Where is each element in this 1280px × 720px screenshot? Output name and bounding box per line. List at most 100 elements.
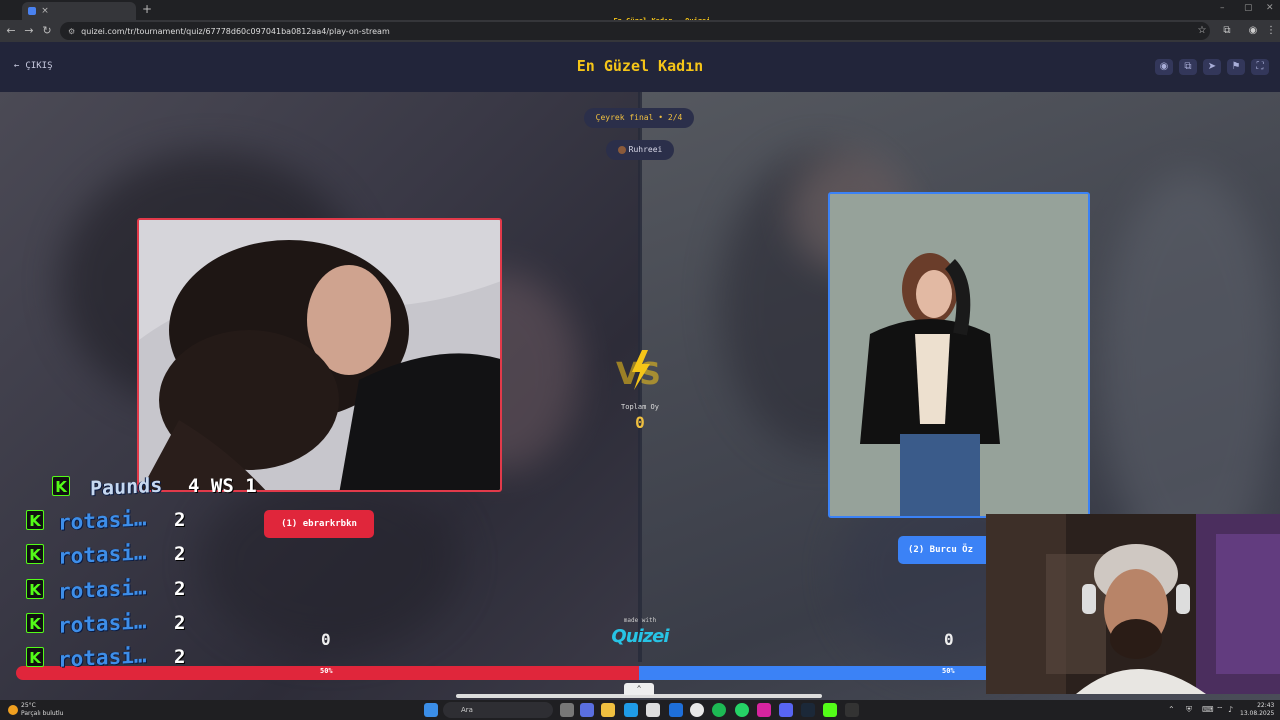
left-score: 0 — [321, 630, 331, 649]
clock-time: 22:43 — [1257, 702, 1275, 709]
webcam-feed-illustration — [986, 514, 1280, 694]
leaderboard-row: K rotasi… 2 — [26, 609, 186, 638]
steam-icon[interactable] — [801, 703, 815, 717]
weather-desc: Parçalı bulutlu — [21, 710, 64, 717]
taskbar-search[interactable]: Ara — [443, 702, 553, 718]
address-bar[interactable]: ⚙ quizei.com/tr/tournament/quiz/67778d60… — [60, 22, 1210, 40]
menu-icon[interactable]: ⋮ — [1264, 24, 1278, 38]
new-tab-button[interactable]: + — [140, 2, 154, 18]
quiz-title: En Güzel Kadın — [576, 57, 704, 75]
search-placeholder: Ara — [461, 706, 473, 714]
shield-icon[interactable]: ⛨ — [1186, 705, 1192, 715]
right-photo-illustration — [830, 194, 1088, 516]
right-percent: 50% — [942, 667, 955, 675]
site-info-icon[interactable]: ⚙ — [68, 27, 75, 36]
kick-app-icon[interactable] — [823, 703, 837, 717]
spotify-icon[interactable] — [712, 703, 726, 717]
edge-icon[interactable] — [624, 703, 638, 717]
leaderboard-name: rotasi… — [58, 540, 147, 569]
author-avatar-icon — [617, 145, 626, 154]
leaderboard-name: rotasi… — [58, 643, 147, 672]
close-window-button[interactable]: ✕ — [1266, 3, 1274, 13]
leaderboard-name: rotasi… — [58, 575, 147, 604]
favicon-icon — [28, 7, 36, 15]
kick-icon: K — [26, 544, 44, 564]
maximize-button[interactable]: ▢ — [1244, 3, 1253, 13]
store-icon[interactable] — [646, 703, 660, 717]
author-badge: Ruhreei — [606, 140, 674, 160]
minimize-button[interactable]: – — [1220, 3, 1225, 13]
back-arrow-icon[interactable]: ← — [4, 24, 18, 38]
taskview-icon[interactable] — [560, 703, 574, 717]
quizei-logo[interactable]: Quizei — [600, 626, 680, 647]
start-icon[interactable] — [424, 703, 438, 717]
browser-tab[interactable]: En Güzel Kadın - Quizei × — [22, 2, 710, 25]
keyboard-icon[interactable]: ⌨ — [1202, 705, 1214, 714]
kick-icon: K — [26, 579, 44, 599]
extensions-icon[interactable]: ⧉ — [1220, 24, 1234, 38]
tray-chevron-icon[interactable]: ⌃ — [1168, 705, 1175, 714]
bookmark-star-icon[interactable]: ☆ — [1195, 24, 1209, 38]
reload-icon[interactable]: ↻ — [40, 24, 54, 38]
browser-tabbar: En Güzel Kadın - Quizei × + – ▢ ✕ — [0, 0, 1280, 25]
left-percent: 50% — [320, 667, 333, 675]
volume-icon[interactable]: ♪ — [1228, 705, 1233, 714]
kick-icon: K — [26, 647, 44, 667]
browser-toolbar: ← → ↻ ⚙ quizei.com/tr/tournament/quiz/67… — [0, 20, 1280, 42]
leaderboard-name: Paunds — [90, 472, 163, 501]
leaderboard-row: K rotasi… 2 — [26, 575, 185, 604]
leaderboard-stat: 4 WS 1 — [188, 475, 257, 497]
vs-lightning-icon: VS — [616, 350, 661, 392]
fullscreen-icon[interactable]: ⛶ — [1251, 59, 1269, 75]
leaderboard-name: rotasi… — [58, 609, 147, 638]
leaderboard-value: 2 — [174, 612, 186, 634]
windows-taskbar: 25°C Parçalı bulutlu Ara ⌃ ⛨ ⌨ ⌔ ♪ 22:43… — [0, 700, 1280, 720]
copilot-icon[interactable] — [580, 703, 594, 717]
round-stage-badge: Çeyrek final • 2/4 — [584, 108, 694, 128]
send-icon[interactable]: ➤ — [1203, 59, 1221, 75]
kick-icon: K — [52, 476, 70, 496]
left-photo-illustration — [139, 220, 500, 490]
author-name: Ruhreei — [628, 145, 663, 154]
total-votes-label: Toplam Oy — [621, 403, 659, 411]
total-votes-value: 0 — [635, 413, 645, 432]
weather-widget[interactable]: 25°C Parçalı bulutlu — [8, 702, 63, 718]
quiz-header: ← ÇIKIŞ En Güzel Kadın ◉ ⧉ ➤ ⚑ ⛶ — [0, 42, 1280, 92]
leaderboard-name: rotasi… — [58, 506, 147, 535]
chrome-icon[interactable] — [690, 703, 704, 717]
obs-icon[interactable] — [845, 703, 859, 717]
taskbar-clock[interactable]: 22:43 13.08.2025 — [1240, 702, 1274, 718]
flag-icon[interactable]: ⚑ — [1227, 59, 1245, 75]
kick-icon: K — [26, 510, 44, 530]
leaderboard-row: K rotasi… 2 — [26, 540, 186, 569]
leaderboard-value: 2 — [174, 509, 186, 531]
profile-icon[interactable]: ◉ — [1246, 24, 1260, 38]
chevron-up-icon[interactable]: ⌃ — [624, 683, 654, 695]
kick-icon: K — [26, 613, 44, 633]
vote-left-button[interactable]: (1) ebrarkrbkn — [264, 510, 374, 538]
wifi-icon[interactable]: ⌔ — [1216, 705, 1224, 715]
webcam-overlay — [986, 514, 1280, 694]
leaderboard-value: 2 — [174, 646, 186, 668]
close-tab-icon[interactable]: × — [40, 6, 50, 16]
whatsapp-icon[interactable] — [735, 703, 749, 717]
leaderboard-row: K rotasi… 2 — [26, 506, 186, 535]
weather-icon — [8, 705, 18, 715]
forward-arrow-icon[interactable]: → — [22, 24, 36, 38]
right-contestant-image[interactable] — [828, 192, 1090, 518]
instagram-icon[interactable] — [757, 703, 771, 717]
link-icon[interactable]: ⧉ — [1179, 59, 1197, 75]
eye-icon[interactable]: ◉ — [1155, 59, 1173, 75]
url-text: quizei.com/tr/tournament/quiz/67778d60c0… — [81, 26, 390, 36]
leaderboard-row-top: K Paunds 4 WS 1 — [52, 472, 257, 501]
leaderboard-row: K rotasi… 2 — [26, 643, 186, 672]
mail-icon[interactable] — [669, 703, 683, 717]
discord-icon[interactable] — [779, 703, 793, 717]
right-score: 0 — [944, 630, 954, 649]
made-with-label: made with — [623, 617, 657, 624]
leaderboard-value: 2 — [174, 543, 186, 565]
file-explorer-icon[interactable] — [601, 703, 615, 717]
weather-temp: 25°C — [21, 702, 36, 709]
clock-date: 13.08.2025 — [1240, 710, 1275, 717]
left-contestant-image[interactable] — [137, 218, 502, 492]
